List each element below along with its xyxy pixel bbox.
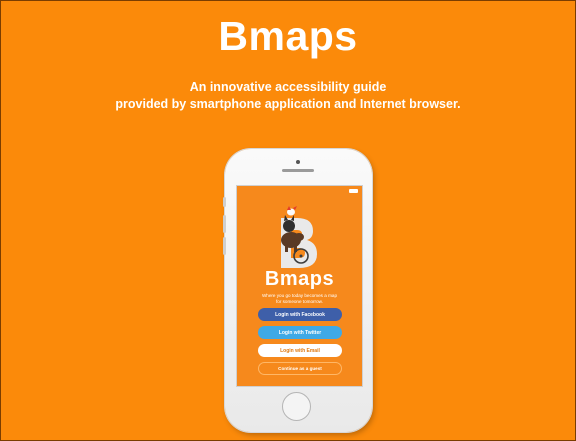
phone-home-button (282, 392, 311, 421)
login-facebook-button[interactable]: Login with Facebook (258, 308, 342, 321)
app-tagline: Where you go today becomes a map for som… (241, 293, 358, 305)
slide-subtitle: An innovative accessibility guide provid… (1, 79, 575, 113)
login-email-button[interactable]: Login with Email (258, 344, 342, 357)
subtitle-line-2: provided by smartphone application and I… (115, 97, 461, 111)
phone-speaker (282, 169, 314, 172)
bmaps-mascot-logo-icon (281, 206, 317, 268)
presentation-slide: Bmaps An innovative accessibility guide … (0, 0, 576, 441)
phone-volume-up (223, 215, 226, 233)
phone-mute-switch (223, 197, 226, 207)
smartphone-mockup: Bmaps Where you go today becomes a map f… (223, 149, 372, 432)
subtitle-line-1: An innovative accessibility guide (189, 80, 387, 94)
continue-as-guest-button[interactable]: Continue as a guest (258, 362, 342, 375)
app-name: Bmaps (264, 268, 335, 290)
battery-icon (349, 189, 358, 193)
tagline-line-2: for someone tomorrow. (276, 299, 323, 304)
slide-title: Bmaps (218, 13, 358, 59)
login-twitter-button[interactable]: Login with Twitter (258, 326, 342, 339)
phone-screen: Bmaps Where you go today becomes a map f… (236, 185, 363, 387)
phone-camera (296, 160, 300, 164)
phone-volume-down (223, 237, 226, 255)
